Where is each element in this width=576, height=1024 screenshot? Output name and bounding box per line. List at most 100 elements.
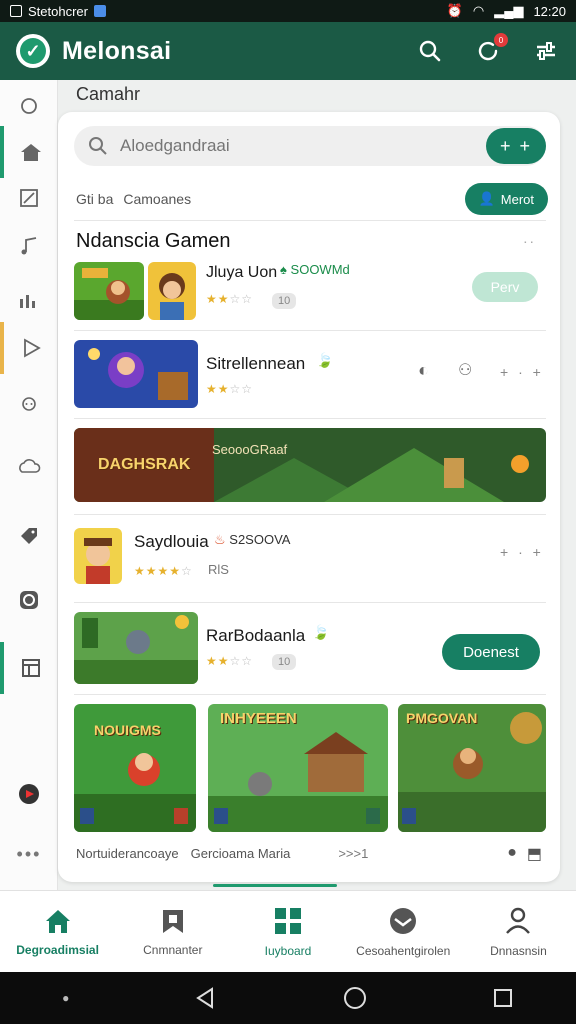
home-circle-icon[interactable]: [342, 985, 368, 1011]
divider: [74, 514, 546, 515]
layout-icon: [22, 659, 40, 677]
notifications-button[interactable]: 0: [474, 33, 508, 65]
notification-badge: 0: [494, 33, 508, 47]
bottom-nav-commenter[interactable]: Cnmnanter: [115, 891, 230, 972]
sidebar-item-refresh[interactable]: [0, 574, 58, 626]
users-icon[interactable]: ⚇: [458, 360, 472, 380]
sidebar-item-search[interactable]: [0, 80, 58, 132]
game-extra: ♠ SOOWMd: [280, 262, 350, 277]
sidebar-item-stats[interactable]: [0, 274, 58, 326]
search-input[interactable]: [120, 136, 460, 156]
bottom-nav-profile[interactable]: Dnnasnsin: [461, 891, 576, 972]
recents-icon[interactable]: [492, 987, 514, 1009]
grid-card-title: INHYEEEN: [220, 710, 297, 727]
section-more-icon[interactable]: ⋅⋅: [523, 234, 536, 251]
share-icon[interactable]: ⬒: [527, 844, 542, 864]
sidebar-item-chat[interactable]: [0, 380, 58, 432]
video-icon: [19, 784, 39, 804]
download-button[interactable]: Doenest: [442, 634, 540, 670]
user-icon: 👤: [478, 191, 495, 206]
app-logo-icon: ✓: [16, 34, 50, 68]
game-thumbnail[interactable]: [74, 612, 198, 684]
settings-button[interactable]: [532, 37, 560, 65]
more-options-icon[interactable]: + · +: [500, 364, 544, 380]
game-extra: ♨ S2SOOVA: [214, 532, 291, 547]
bottom-nav-home[interactable]: Degroadimsial: [0, 891, 115, 972]
footer-arrows[interactable]: >>>1: [338, 846, 368, 861]
search-icon: [21, 98, 37, 114]
profile-icon: [506, 907, 531, 934]
edit-icon: [20, 189, 38, 207]
game-thumbnail[interactable]: [148, 262, 196, 320]
sidebar-item-home[interactable]: [0, 126, 58, 178]
game-title[interactable]: RarBodaanla: [206, 626, 305, 646]
filter-label[interactable]: Gti ba: [76, 191, 113, 207]
house-icon: [21, 144, 41, 161]
bottom-navigation: Degroadimsial Cnmnanter Iuyboard Cesoahe…: [0, 890, 576, 972]
footer-icons: ● ⬒: [507, 844, 542, 864]
chat-bubble-icon[interactable]: ●: [507, 844, 517, 864]
preview-button[interactable]: Perv: [472, 272, 538, 302]
search-bar: + +: [74, 126, 546, 166]
sidebar-item-youtube[interactable]: [0, 768, 58, 820]
sidebar: •••: [0, 80, 58, 890]
bottom-nav-inbox[interactable]: Cesoahentgirolen: [346, 891, 461, 972]
game-tag: RlS: [208, 562, 229, 577]
game-title[interactable]: Saydlouia: [134, 532, 209, 552]
game-tag: 10: [272, 654, 297, 670]
refresh-icon: [20, 591, 38, 609]
sidebar-item-more[interactable]: •••: [0, 828, 58, 880]
cloud-icon: [19, 459, 41, 473]
sidebar-item-cloud[interactable]: [0, 440, 58, 492]
app-title: Melonsai: [62, 36, 172, 65]
rating-stars: ★★☆☆: [206, 654, 254, 668]
scroll-indicator: [213, 884, 337, 887]
photo-icon: [93, 5, 106, 17]
flame-icon: ♨: [214, 532, 230, 547]
rating-stars: ★★☆☆: [206, 292, 254, 306]
search-icon: [419, 40, 441, 62]
shield-icon[interactable]: ◐: [418, 360, 429, 381]
badge-icon: ♠: [280, 262, 291, 277]
more-icon: •••: [16, 843, 42, 864]
divider: [74, 330, 546, 331]
dot-icon: ●: [62, 991, 70, 1005]
sidebar-item-tag[interactable]: [0, 510, 58, 562]
game-thumbnail[interactable]: [74, 340, 198, 408]
game-thumbnail[interactable]: [74, 262, 144, 320]
more-options-icon[interactable]: + · +: [500, 544, 544, 560]
footer-text-secondary[interactable]: Gercioama Maria: [191, 846, 291, 861]
music-icon: [21, 237, 37, 255]
search-icon: [89, 137, 107, 155]
grid-game-card[interactable]: NOUIGMS: [74, 704, 196, 832]
merot-button[interactable]: 👤 Merot: [464, 183, 548, 215]
main-card: + + Gti ba Camoanes 👤 Merot Ndanscia Gam…: [58, 112, 560, 882]
leaf-icon: 🍃: [316, 352, 334, 368]
game-thumbnail[interactable]: [74, 528, 122, 584]
notification-app-icon: [10, 5, 22, 17]
sidebar-item-edit[interactable]: [0, 172, 58, 224]
play-icon: [24, 338, 41, 358]
sidebar-item-layout[interactable]: [0, 642, 58, 694]
alarm-icon: ⏰: [446, 3, 463, 18]
sidebar-item-play[interactable]: [0, 322, 58, 374]
game-title[interactable]: Sitrellennean: [206, 354, 305, 374]
game-title[interactable]: Jluya Uon: [206, 264, 277, 282]
bottom-nav-board[interactable]: Iuyboard: [230, 891, 345, 972]
grid-game-card[interactable]: INHYEEEN: [208, 704, 388, 832]
featured-banner[interactable]: DAGHSRAK SeoooGRaaf: [74, 428, 546, 502]
sidebar-item-music[interactable]: [0, 220, 58, 272]
breadcrumb: Camahr: [76, 84, 141, 104]
inbox-icon: [390, 907, 417, 934]
back-icon[interactable]: [194, 986, 218, 1010]
rating-stars: ★★★★☆: [134, 564, 193, 578]
wifi-icon: ◠: [472, 3, 485, 18]
system-navigation-bar: ●: [0, 972, 576, 1024]
grid-game-card[interactable]: PMGOVAN: [398, 704, 546, 832]
app-bar: ✓ Melonsai 0: [0, 22, 576, 80]
add-button[interactable]: + +: [486, 128, 546, 164]
filter-label-secondary[interactable]: Camoanes: [123, 191, 191, 207]
grid-card-title: PMGOVAN: [406, 710, 478, 726]
status-time: 12:20: [533, 3, 566, 19]
search-button[interactable]: [416, 37, 444, 65]
